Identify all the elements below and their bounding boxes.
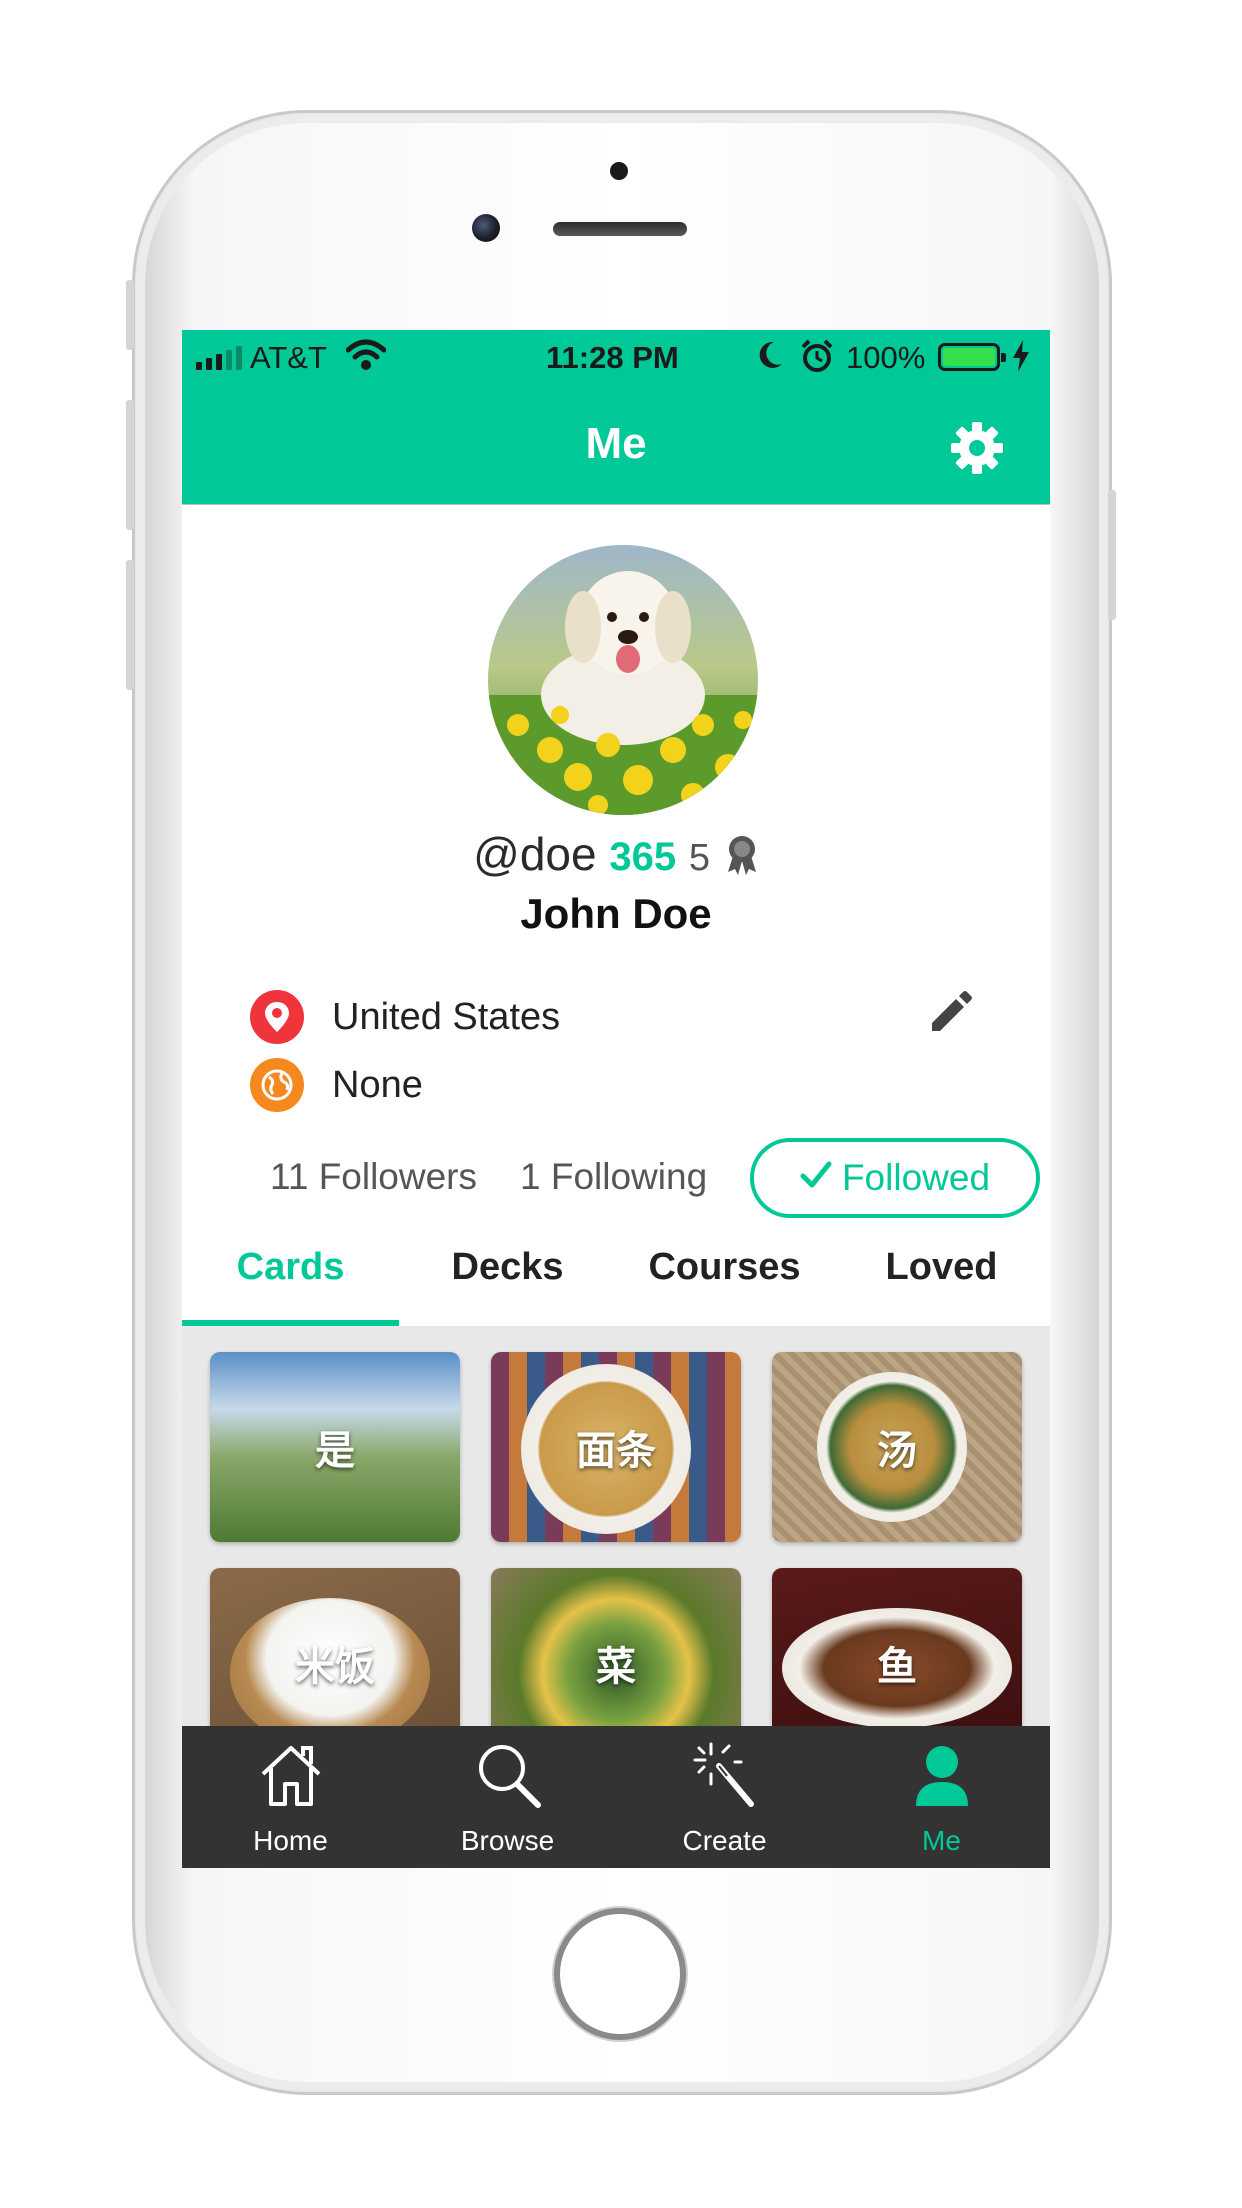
followed-label: Followed [841, 1157, 991, 1198]
card-item[interactable]: 面条 [491, 1352, 741, 1542]
card-item[interactable]: 汤 [772, 1352, 1022, 1542]
alarm-icon [800, 338, 834, 382]
badge-count: 5 [688, 837, 711, 879]
home-icon [257, 1740, 325, 1825]
tabbar-home[interactable]: Home [182, 1726, 399, 1868]
language-row: None [250, 1057, 423, 1113]
check-icon [800, 1157, 832, 1199]
wifi-icon [345, 338, 387, 380]
card-label: 汤 [877, 1429, 917, 1473]
content-tabs: Cards Decks Courses Loved [182, 1242, 1050, 1326]
tabbar-me-label: Me [922, 1825, 961, 1856]
tab-decks[interactable]: Decks [399, 1242, 616, 1326]
signal-icon [196, 346, 242, 370]
battery-percent: 100% [846, 340, 926, 375]
pencil-icon[interactable] [926, 989, 972, 1040]
volume-down-button [126, 560, 134, 690]
volume-up-button [126, 400, 134, 530]
volume-button [126, 280, 134, 350]
medal-icon [725, 833, 759, 887]
card-label: 菜 [596, 1645, 636, 1689]
charging-bolt-icon [1010, 338, 1032, 382]
earpiece-speaker [553, 222, 687, 236]
followed-button[interactable]: Followed [750, 1138, 1040, 1218]
tabbar-browse-label: Browse [460, 1825, 555, 1856]
username-row: @doe 365 5 [182, 827, 1050, 887]
person-icon [908, 1740, 976, 1825]
home-button[interactable] [554, 1908, 686, 2040]
following-link[interactable]: 1 Following [520, 1156, 707, 1198]
front-camera [472, 214, 500, 242]
globe-icon [250, 1058, 304, 1112]
language-text: None [332, 1063, 423, 1106]
power-button [1108, 490, 1116, 620]
card-label: 面条 [576, 1429, 656, 1473]
card-item[interactable]: 是 [210, 1352, 460, 1542]
battery-icon [938, 343, 1006, 371]
tab-courses[interactable]: Courses [616, 1242, 833, 1326]
tabbar-browse[interactable]: Browse [399, 1726, 616, 1868]
gear-icon[interactable] [949, 420, 1005, 481]
streak-count: 365 [609, 835, 677, 879]
card-label: 米饭 [295, 1645, 375, 1689]
tabbar-create[interactable]: Create [616, 1726, 833, 1868]
tabbar-home-label: Home [253, 1825, 328, 1856]
clock: 11:28 PM [546, 340, 679, 375]
magic-wand-icon [691, 1740, 759, 1825]
proximity-sensor [610, 162, 628, 180]
page-title: Me [585, 419, 647, 468]
moon-icon [756, 338, 786, 380]
card-grid: 是 面条 汤 米饭 菜 鱼 [182, 1326, 1050, 1758]
carrier-label: AT&T [250, 340, 327, 375]
followers-link[interactable]: 11 Followers [270, 1156, 477, 1198]
tab-cards[interactable]: Cards [182, 1242, 399, 1326]
battery-fill [943, 348, 995, 366]
status-bar: AT&T 11:28 PM 100% [182, 330, 1050, 385]
app-header: Me [182, 385, 1050, 505]
search-icon [474, 1740, 542, 1825]
map-pin-icon [250, 990, 304, 1044]
card-label: 鱼 [877, 1645, 917, 1689]
social-row: 11 Followers 1 Following Followed [182, 1138, 1050, 1218]
tabbar-create-label: Create [682, 1825, 767, 1856]
location-row: United States [250, 989, 560, 1045]
tabbar-me[interactable]: Me [833, 1726, 1050, 1868]
full-name: John Doe [520, 890, 712, 937]
avatar[interactable] [488, 545, 758, 815]
card-label: 是 [315, 1429, 355, 1473]
username: @doe [473, 828, 597, 880]
bottom-tab-bar: Home Browse Create Me [182, 1726, 1050, 1868]
tab-loved[interactable]: Loved [833, 1242, 1050, 1326]
location-text: United States [332, 995, 561, 1038]
screen: AT&T 11:28 PM 100% Me @doe 365 5 John Do… [182, 330, 1050, 1868]
